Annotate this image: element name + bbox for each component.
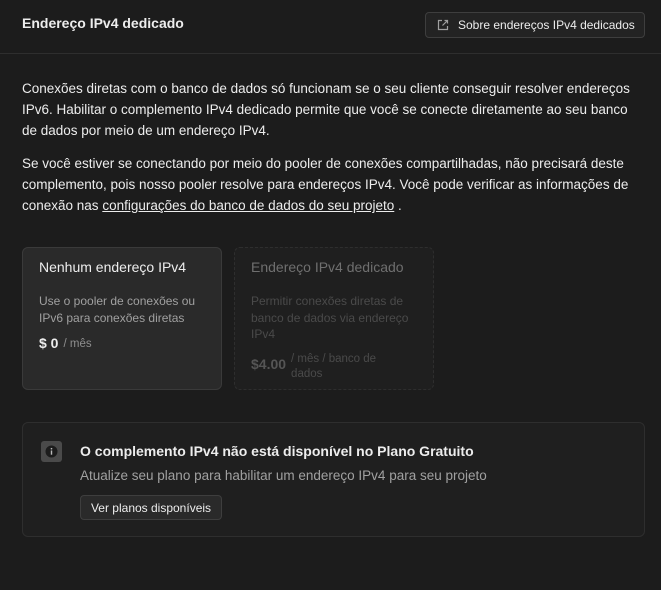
- external-link-icon: [436, 18, 450, 32]
- option-price: $4.00 / mês / banco de dados: [251, 352, 391, 382]
- database-settings-link[interactable]: configurações do banco de dados do seu p…: [102, 198, 394, 213]
- option-price: $ 0 / mês: [39, 335, 92, 352]
- option-no-ipv4[interactable]: Nenhum endereço IPv4 Use o pooler de con…: [22, 247, 222, 390]
- about-ipv4-button-label: Sobre endereços IPv4 dedicados: [458, 18, 635, 32]
- option-description: Use o pooler de conexões ou IPv6 para co…: [39, 294, 196, 325]
- price-value: $4.00: [251, 356, 287, 372]
- page-header: Endereço IPv4 dedicado Sobre endereços I…: [0, 0, 661, 54]
- notice-text: Atualize seu plano para habilitar um end…: [80, 468, 487, 483]
- option-description: Permitir conexões diretas de banco de da…: [251, 294, 409, 341]
- description-paragraph-1: Conexões diretas com o banco de dados só…: [22, 81, 630, 138]
- description-p2-end: .: [394, 198, 402, 213]
- price-value: $ 0: [39, 335, 59, 351]
- about-ipv4-button[interactable]: Sobre endereços IPv4 dedicados: [425, 12, 645, 38]
- price-unit: / mês / banco de dados: [291, 353, 377, 380]
- price-unit: / mês: [63, 338, 92, 350]
- free-plan-notice: O complemento IPv4 não está disponível n…: [22, 422, 645, 537]
- description-paragraph-2: Se você estiver se conectando por meio d…: [22, 153, 632, 216]
- option-title: Endereço IPv4 dedicado: [251, 259, 404, 275]
- option-dedicated-ipv4: Endereço IPv4 dedicado Permitir conexões…: [234, 247, 434, 390]
- info-icon: [41, 441, 62, 462]
- view-plans-button[interactable]: Ver planos disponíveis: [80, 495, 222, 520]
- notice-title: O complemento IPv4 não está disponível n…: [80, 443, 474, 459]
- option-title: Nenhum endereço IPv4: [39, 259, 187, 275]
- page-title: Endereço IPv4 dedicado: [22, 15, 184, 31]
